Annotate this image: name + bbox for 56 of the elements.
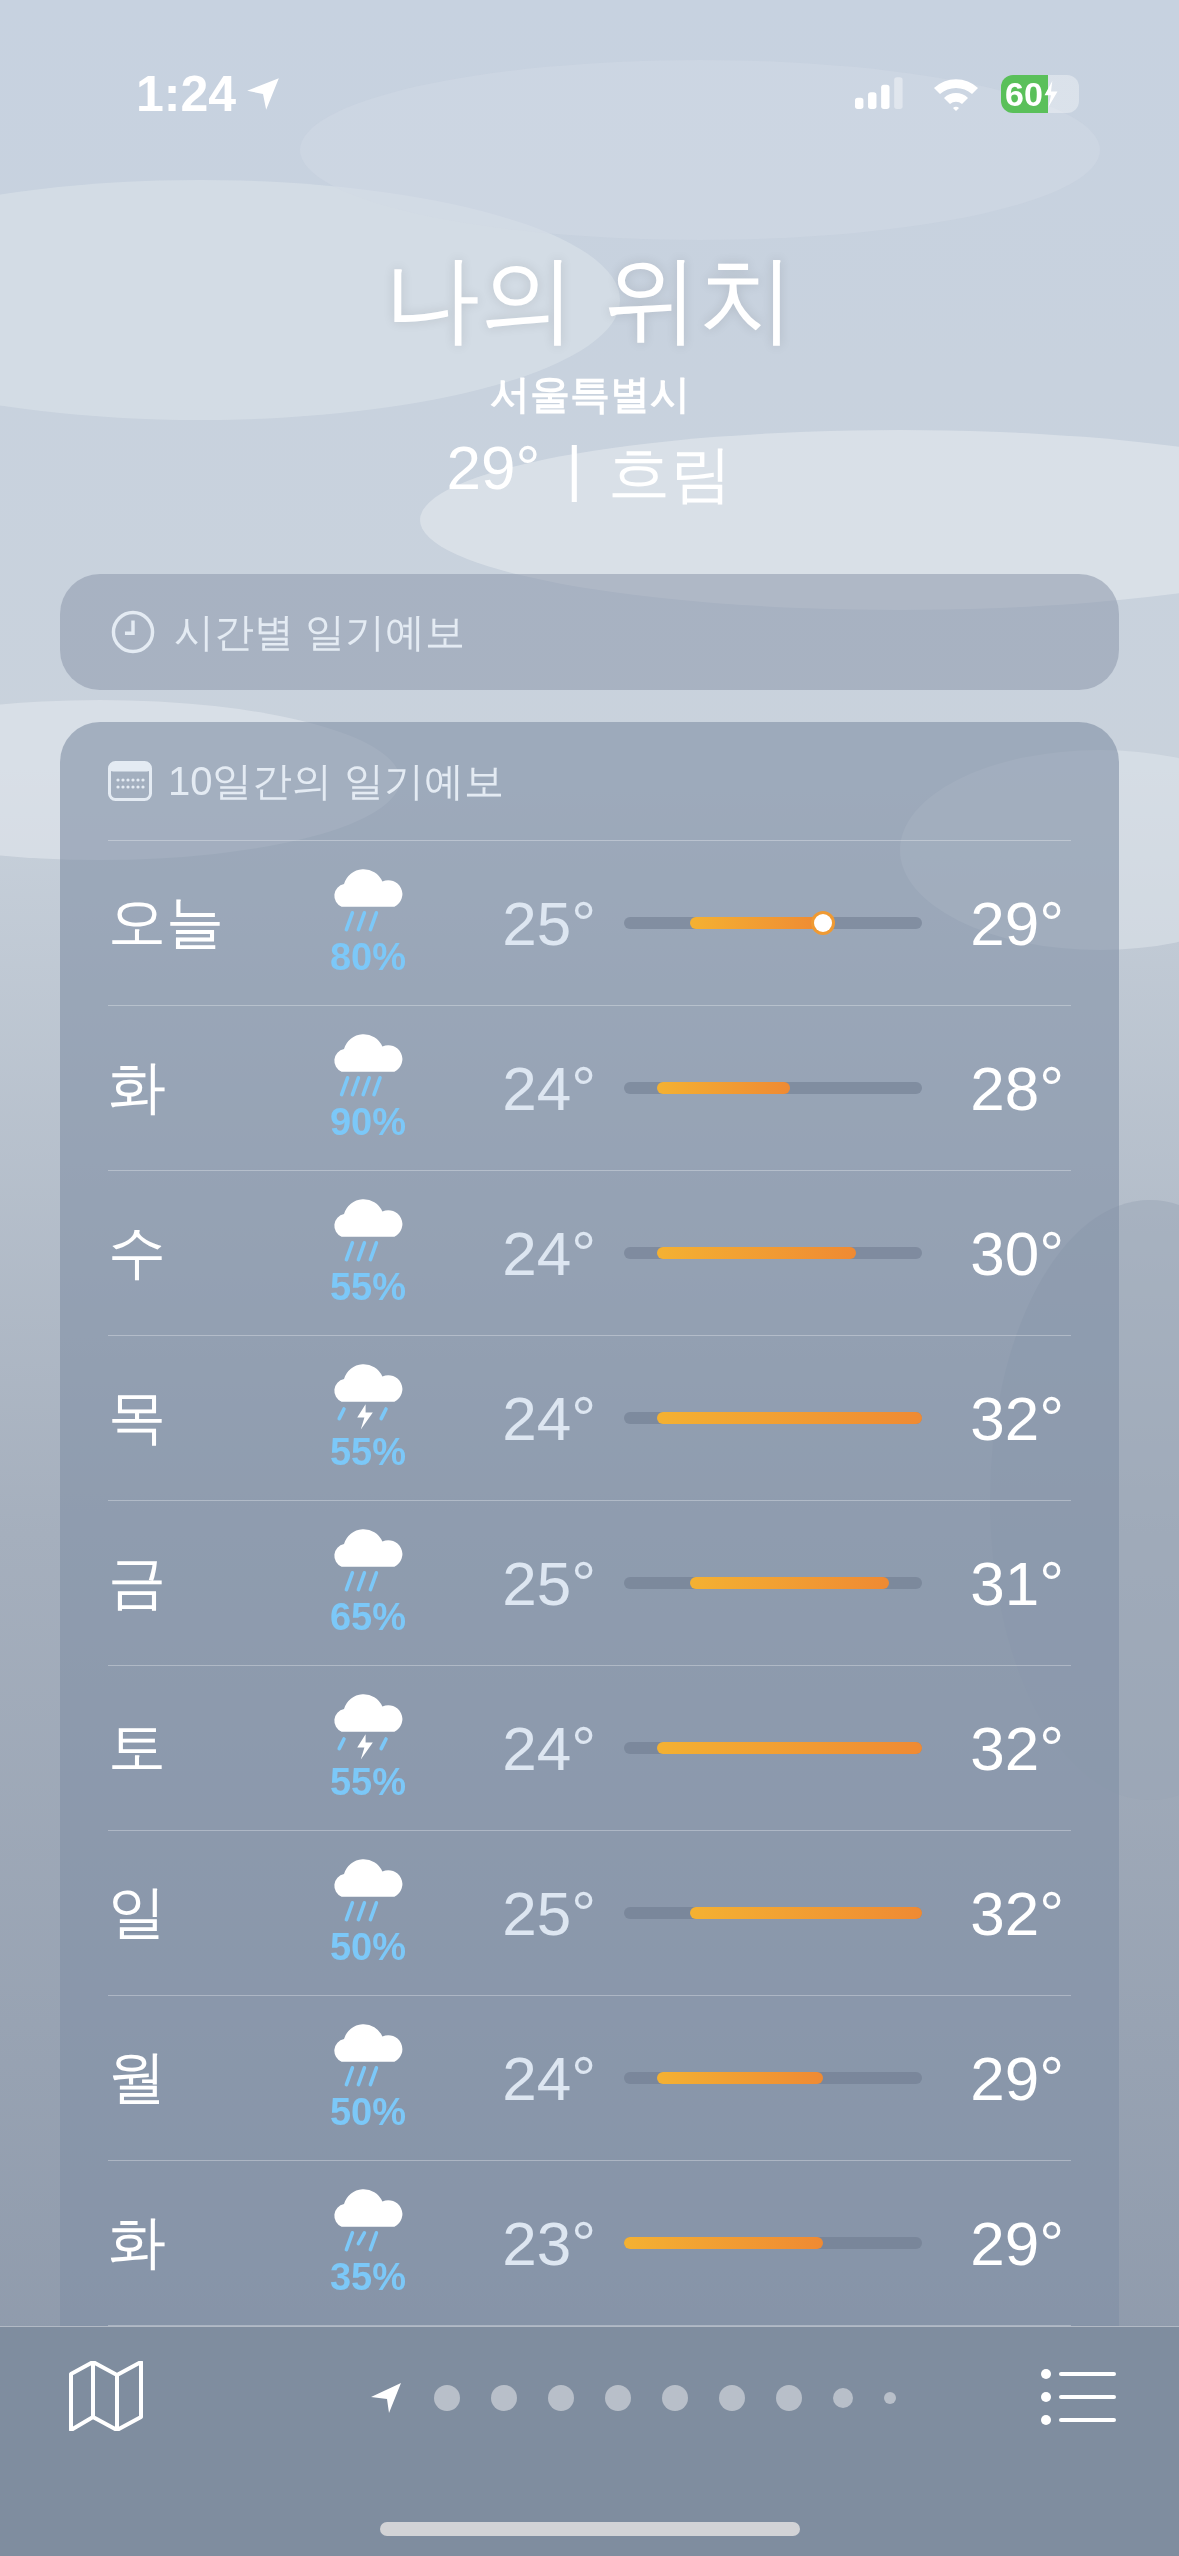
page-dot[interactable] (884, 2392, 896, 2405)
precipitation-chance: 55% (329, 1760, 407, 1804)
hourly-forecast-card[interactable]: 시간별 일기예보 (60, 573, 1119, 691)
low-temperature: 25° (501, 887, 596, 959)
day-label: 토 (108, 1713, 167, 1782)
page-dot[interactable] (605, 2385, 631, 2412)
precipitation-chance: 65% (329, 1595, 407, 1639)
high-temperature: 32° (969, 1712, 1064, 1784)
high-temperature: 28° (969, 1052, 1064, 1124)
page-dot[interactable] (662, 2385, 688, 2412)
precipitation-chance: 80% (329, 935, 407, 979)
high-temperature: 31° (969, 1547, 1064, 1619)
map-icon[interactable] (68, 2361, 144, 2432)
high-temperature: 30° (969, 1217, 1064, 1289)
high-temperature: 32° (969, 1877, 1064, 1949)
low-temperature: 25° (501, 1547, 596, 1619)
day-label: 월 (108, 2043, 167, 2112)
low-temperature: 24° (501, 1382, 596, 1454)
card-title: 10일간의 일기예보 (168, 757, 504, 805)
low-temperature: 24° (501, 2042, 596, 2114)
day-label: 목 (108, 1383, 167, 1452)
precipitation-chance: 90% (329, 1100, 407, 1144)
low-temperature: 24° (501, 1217, 596, 1289)
precipitation-chance: 55% (329, 1265, 407, 1309)
low-temperature: 24° (501, 1052, 596, 1124)
current-temperature-dot (813, 914, 832, 933)
page-dot[interactable] (776, 2385, 802, 2412)
battery-indicator: 60 (1001, 75, 1079, 114)
precipitation-chance: 50% (329, 1925, 407, 1969)
day-label: 일 (108, 1878, 167, 1947)
list-icon[interactable] (1041, 2369, 1117, 2426)
high-temperature: 29° (969, 887, 1064, 959)
day-label: 오늘 (108, 888, 225, 957)
page-dot[interactable] (719, 2385, 745, 2412)
day-label: 수 (108, 1218, 167, 1287)
page-dot[interactable] (833, 2388, 853, 2409)
day-label: 화 (108, 1053, 167, 1122)
day-label: 금 (108, 1548, 167, 1617)
day-label: 화 (108, 2208, 167, 2277)
page-dot[interactable] (548, 2385, 574, 2412)
high-temperature: 29° (969, 2042, 1064, 2114)
status-time: 1:24 (136, 65, 237, 124)
page-dot[interactable] (434, 2385, 460, 2412)
clock-icon (110, 609, 156, 656)
card-title: 시간별 일기예보 (174, 608, 466, 656)
low-temperature: 24° (501, 1712, 596, 1784)
high-temperature: 32° (969, 1382, 1064, 1454)
low-temperature: 23° (501, 2207, 596, 2279)
precipitation-chance: 55% (329, 1430, 407, 1474)
divider-glyph: | (566, 431, 583, 504)
precipitation-chance: 50% (329, 2090, 407, 2134)
high-temperature: 29° (969, 2207, 1064, 2279)
page-dot[interactable] (491, 2385, 517, 2412)
low-temperature: 25° (501, 1877, 596, 1949)
precipitation-chance: 35% (329, 2255, 407, 2299)
calendar-icon (108, 761, 152, 802)
